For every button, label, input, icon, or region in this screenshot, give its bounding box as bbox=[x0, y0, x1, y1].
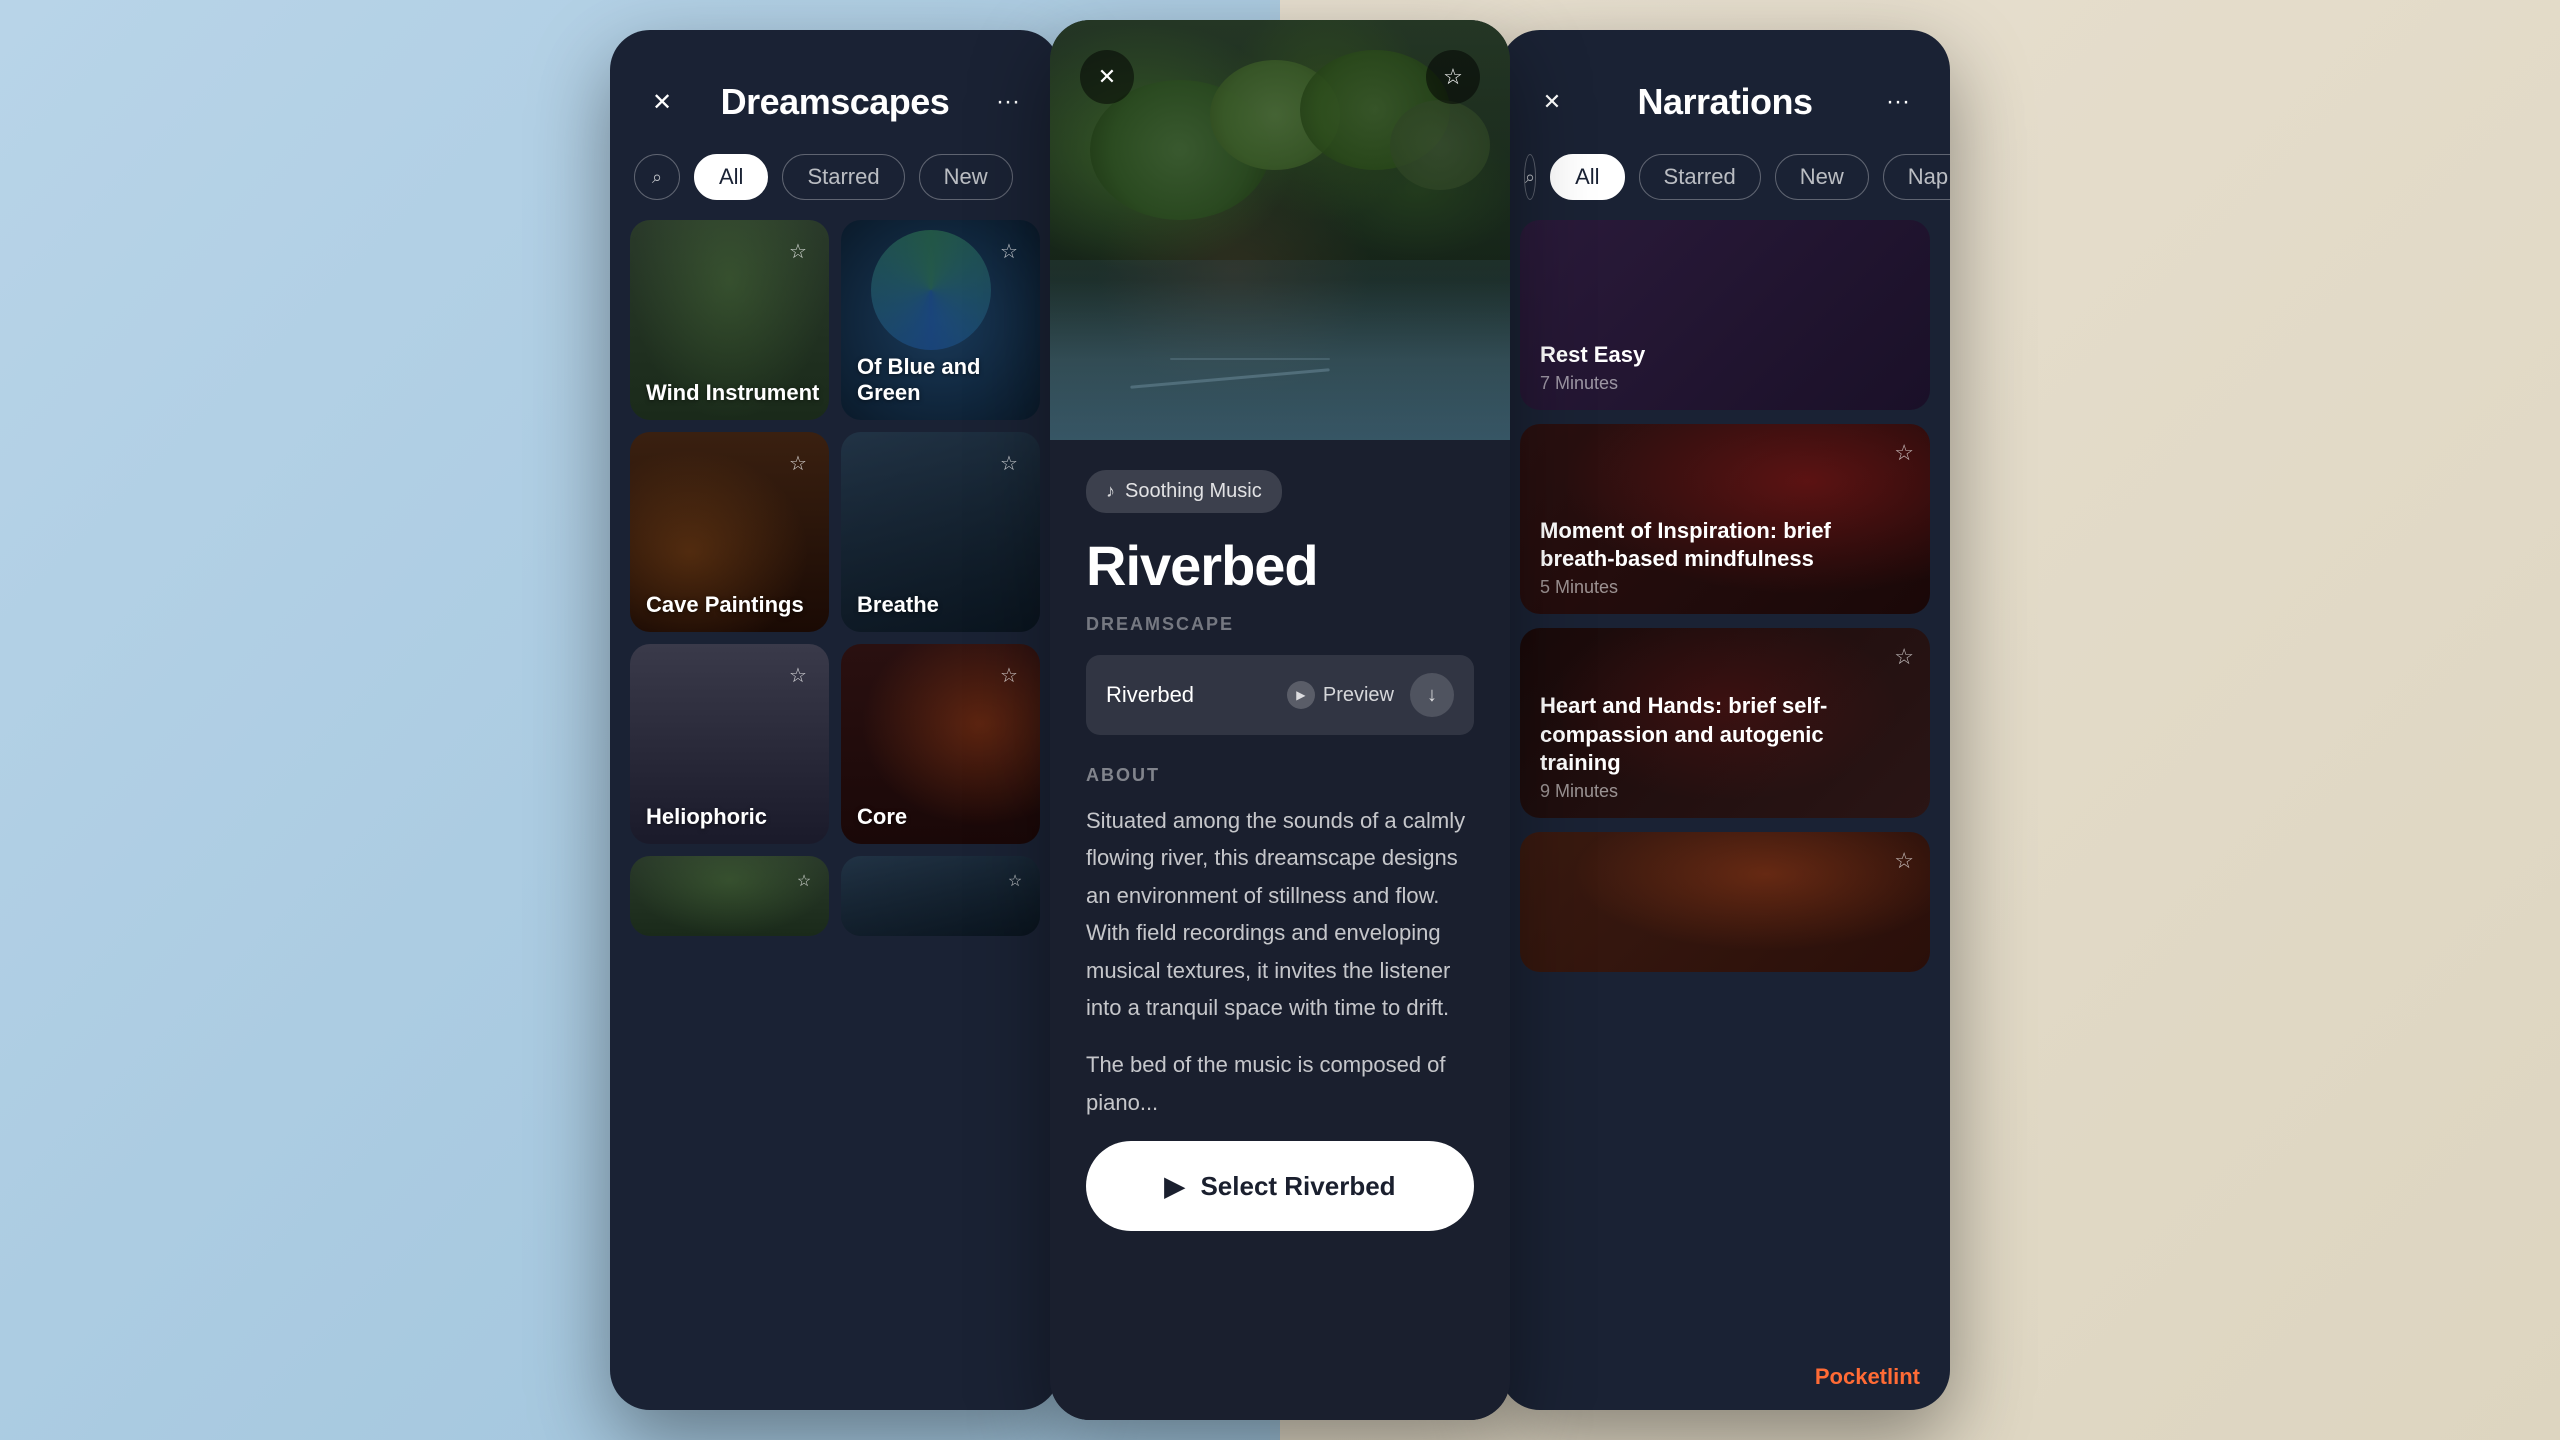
card-heliophoric[interactable]: ☆ Heliophoric bbox=[630, 644, 829, 844]
riverbed-title: Riverbed bbox=[1086, 533, 1474, 598]
more-options-button[interactable]: ··· bbox=[986, 80, 1030, 124]
rock-4 bbox=[1390, 100, 1490, 190]
search-button[interactable]: ⌕ bbox=[634, 154, 680, 200]
card-core[interactable]: ☆ Core bbox=[841, 644, 1040, 844]
download-button[interactable]: ↓ bbox=[1410, 673, 1454, 717]
screen-container: ✕ Dreamscapes ··· ⌕ All Starred New ☆ Wi… bbox=[0, 0, 2560, 1440]
card-partial-2[interactable]: ☆ bbox=[841, 856, 1040, 936]
filter-new[interactable]: New bbox=[919, 154, 1013, 200]
star-wind-icon[interactable]: ☆ bbox=[781, 234, 815, 268]
narration-moment-title: Moment of Inspiration: brief breath-base… bbox=[1540, 517, 1880, 574]
search-icon: ⌕ bbox=[652, 167, 662, 188]
water-streak-1 bbox=[1130, 368, 1330, 388]
preview-button[interactable]: ▶ Preview bbox=[1287, 681, 1394, 709]
narrations-header: ✕ Narrations ··· bbox=[1500, 30, 1950, 144]
star-cave-icon[interactable]: ☆ bbox=[781, 446, 815, 480]
card-blue-green[interactable]: ☆ Of Blue and Green bbox=[841, 220, 1040, 420]
star-breathe-icon[interactable]: ☆ bbox=[992, 446, 1026, 480]
card-label-wind: Wind Instrument bbox=[646, 380, 819, 406]
star-partial1-icon[interactable]: ☆ bbox=[787, 864, 821, 898]
select-button-label: Select Riverbed bbox=[1200, 1171, 1395, 1202]
star-blue-green-icon[interactable]: ☆ bbox=[992, 234, 1026, 268]
music-tag: ♪ Soothing Music bbox=[1086, 470, 1282, 513]
narration-rest-easy[interactable]: Rest Easy 7 Minutes bbox=[1520, 220, 1930, 410]
about-description-truncated: The bed of the music is composed of pian… bbox=[1086, 1046, 1474, 1121]
riverbed-subtitle: DREAMSCAPE bbox=[1086, 614, 1474, 635]
narrations-title: Narrations bbox=[1637, 81, 1812, 123]
dreamscapes-panel: ✕ Dreamscapes ··· ⌕ All Starred New ☆ Wi… bbox=[610, 30, 1060, 1410]
filter-all[interactable]: All bbox=[694, 154, 768, 200]
card-partial-1[interactable]: ☆ bbox=[630, 856, 829, 936]
select-riverbed-button[interactable]: ▶ Select Riverbed bbox=[1086, 1141, 1474, 1231]
riverbed-hero: ✕ ☆ bbox=[1050, 20, 1510, 440]
narration-moment-inspiration[interactable]: ☆ Moment of Inspiration: brief breath-ba… bbox=[1520, 424, 1930, 614]
music-tag-label: Soothing Music bbox=[1125, 480, 1262, 503]
riverbed-star-button[interactable]: ☆ bbox=[1426, 50, 1480, 104]
narrations-filter-nap[interactable]: Nap bbox=[1883, 154, 1950, 200]
narrations-filter-new[interactable]: New bbox=[1775, 154, 1869, 200]
playback-bar: Riverbed ▶ Preview ↓ bbox=[1086, 655, 1474, 735]
narration-rest-easy-title: Rest Easy bbox=[1540, 341, 1645, 370]
star-partial2-icon[interactable]: ☆ bbox=[998, 864, 1032, 898]
narrations-search-button[interactable]: ⌕ bbox=[1524, 154, 1536, 200]
card-label-blue-green: Of Blue and Green bbox=[857, 354, 1040, 406]
star-moment-icon[interactable]: ☆ bbox=[1894, 440, 1914, 466]
card-label-heliophoric: Heliophoric bbox=[646, 804, 767, 830]
close-button[interactable]: ✕ bbox=[640, 80, 684, 124]
card-breathe[interactable]: ☆ Breathe bbox=[841, 432, 1040, 632]
dreamscapes-filter-row: ⌕ All Starred New bbox=[610, 144, 1060, 220]
water-streak-2 bbox=[1170, 358, 1330, 360]
card-label-cave: Cave Paintings bbox=[646, 592, 804, 618]
riverbed-close-button[interactable]: ✕ bbox=[1080, 50, 1134, 104]
narration-rest-easy-duration: 7 Minutes bbox=[1540, 373, 1618, 394]
narration-heart-hands[interactable]: ☆ Heart and Hands: brief self-compassion… bbox=[1520, 628, 1930, 818]
card-cave-paintings[interactable]: ☆ Cave Paintings bbox=[630, 432, 829, 632]
about-description: Situated among the sounds of a calmly fl… bbox=[1086, 802, 1474, 1026]
card-label-breathe: Breathe bbox=[857, 592, 939, 618]
water-area bbox=[1050, 260, 1510, 440]
star-fourth-icon[interactable]: ☆ bbox=[1894, 848, 1914, 874]
narrations-filter-starred[interactable]: Starred bbox=[1639, 154, 1761, 200]
filter-starred[interactable]: Starred bbox=[782, 154, 904, 200]
play-icon: ▶ bbox=[1287, 681, 1315, 709]
narrations-more-button[interactable]: ··· bbox=[1876, 80, 1920, 124]
card-wind-instrument[interactable]: ☆ Wind Instrument bbox=[630, 220, 829, 420]
playback-track-name: Riverbed bbox=[1106, 682, 1271, 708]
dreamscapes-header: ✕ Dreamscapes ··· bbox=[610, 30, 1060, 144]
narration-heart-duration: 9 Minutes bbox=[1540, 781, 1618, 802]
about-label: ABOUT bbox=[1086, 765, 1474, 786]
pocketlint-p: P bbox=[1815, 1364, 1830, 1389]
star-heart-icon[interactable]: ☆ bbox=[1894, 644, 1914, 670]
pocketlint-watermark: Pocketlint bbox=[1815, 1364, 1920, 1390]
pocketlint-rest: ocketlint bbox=[1830, 1364, 1920, 1389]
narration-moment-duration: 5 Minutes bbox=[1540, 577, 1618, 598]
riverbed-content: ♪ Soothing Music Riverbed DREAMSCAPE Riv… bbox=[1050, 440, 1510, 1420]
narrations-filter-row: ⌕ All Starred New Nap bbox=[1500, 144, 1950, 220]
riverbed-panel: ✕ ☆ ♪ Soothing Music Riverbed DREAMSCAPE… bbox=[1050, 20, 1510, 1420]
download-icon: ↓ bbox=[1427, 684, 1437, 707]
preview-label: Preview bbox=[1323, 684, 1394, 707]
narration-fourth[interactable]: ☆ bbox=[1520, 832, 1930, 972]
dreamscapes-grid: ☆ Wind Instrument ☆ Of Blue and Green ☆ … bbox=[610, 220, 1060, 844]
narrations-close-button[interactable]: ✕ bbox=[1530, 80, 1574, 124]
card-label-core: Core bbox=[857, 804, 907, 830]
narration-heart-title: Heart and Hands: brief self-compassion a… bbox=[1540, 692, 1880, 778]
star-core-icon[interactable]: ☆ bbox=[992, 658, 1026, 692]
narrations-search-icon: ⌕ bbox=[1525, 167, 1535, 188]
music-note-icon: ♪ bbox=[1106, 481, 1115, 502]
star-heliophoric-icon[interactable]: ☆ bbox=[781, 658, 815, 692]
select-play-icon: ▶ bbox=[1164, 1171, 1184, 1202]
narrations-filter-all[interactable]: All bbox=[1550, 154, 1624, 200]
narrations-panel: ✕ Narrations ··· ⌕ All Starred New Nap R… bbox=[1500, 30, 1950, 1410]
dreamscapes-title: Dreamscapes bbox=[721, 81, 950, 123]
